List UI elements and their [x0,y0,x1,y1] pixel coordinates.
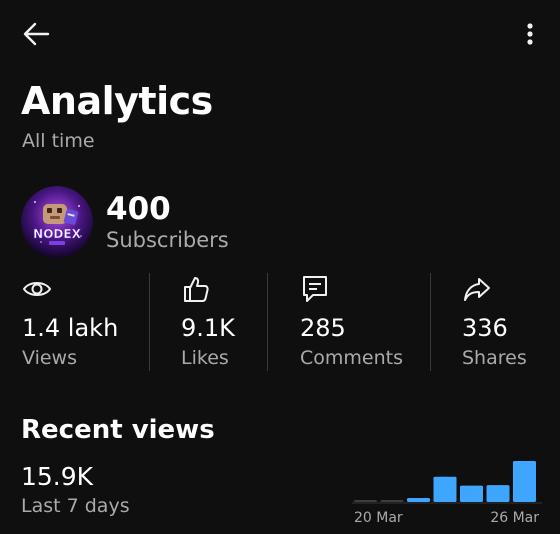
page-title: Analytics [21,79,213,123]
chart-tick-label: 20 Mar [354,510,403,526]
stats-row: 1.4 lakh Views 9.1K Likes 285 Comments 3… [0,272,560,372]
share-icon [464,278,490,301]
stat-divider [267,273,268,371]
subscriber-count: 400 [106,191,171,227]
eye-icon [22,282,52,296]
channel-avatar[interactable]: NODEX [21,186,93,258]
top-bar [0,0,560,68]
views-label: Views [22,347,77,369]
recent-views-period: Last 7 days [21,495,130,517]
back-arrow-icon [23,22,50,46]
chart-bar [460,485,483,502]
recent-views-chart[interactable]: 20 Mar 26 Mar [352,450,542,532]
more-vertical-icon [527,23,533,45]
recent-views-value: 15.9K [21,462,94,491]
chart-bar [407,497,430,502]
chart-bar [354,500,377,502]
chart-bar [380,500,404,502]
comment-icon [303,276,327,302]
back-button[interactable] [18,18,54,50]
comments-label: Comments [300,347,403,369]
stat-divider [149,273,150,371]
shares-value: 336 [462,314,508,342]
svg-text:NODEX: NODEX [33,227,81,241]
chart-tick-label: 26 Mar [490,510,539,526]
shares-label: Shares [462,347,527,369]
channel-summary: NODEX 400 Subscribers [21,186,229,258]
likes-label: Likes [181,347,229,369]
stat-divider [430,273,431,371]
page-subtitle: All time [22,130,95,152]
recent-views-title: Recent views [21,415,215,445]
subscriber-info: 400 Subscribers [106,191,229,253]
chart-bar [486,485,510,502]
likes-value: 9.1K [181,314,235,342]
chart-bar [433,476,457,502]
more-options-button[interactable] [514,18,546,50]
chart-bar [513,461,536,502]
views-value: 1.4 lakh [22,314,119,342]
comments-value: 285 [300,314,346,342]
thumbs-up-icon [184,277,209,302]
subscriber-label: Subscribers [106,228,229,252]
